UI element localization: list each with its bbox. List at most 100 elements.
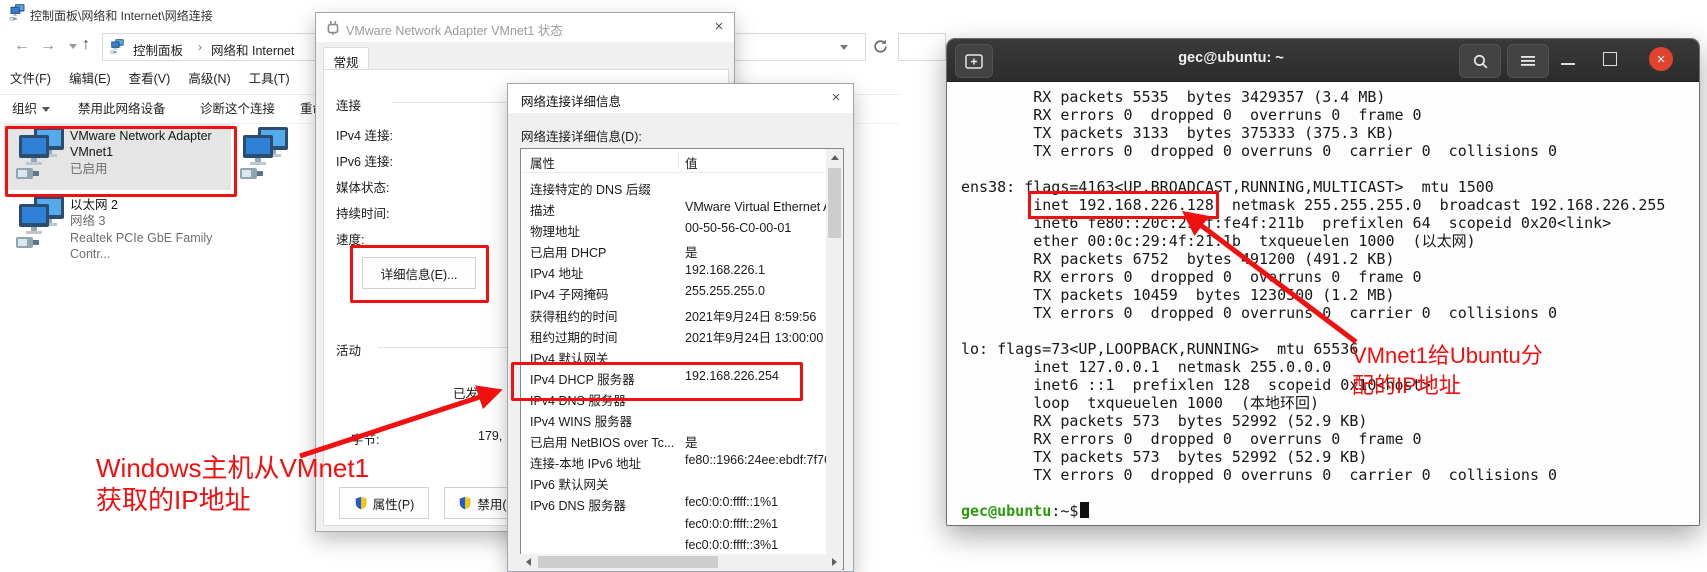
breadcrumb-separator: ›	[191, 40, 209, 54]
row-value: 2021年9月24日 13:00:00	[685, 327, 823, 346]
annotation-left-line2: 获取的IP地址	[96, 480, 251, 517]
row-property: 物理地址	[530, 221, 580, 240]
prompt-path: :~$	[1051, 502, 1078, 520]
scroll-left-icon[interactable]	[520, 554, 536, 570]
row-property: IPv4 默认网关	[530, 348, 609, 367]
details-row[interactable]: IPv4 DNS 服务器	[521, 390, 826, 411]
details-row[interactable]: 物理地址 00-50-56-C0-00-01	[521, 221, 826, 242]
toolbar-item[interactable]: 禁用此网络设备	[78, 98, 166, 117]
connection-field-label: 媒体状态:	[336, 177, 393, 193]
adapter-name-line1: 以太网 2	[70, 197, 118, 213]
terminal-line: RX errors 0 dropped 0 overruns 0 frame 0	[961, 106, 1699, 124]
scrollbar-thumb[interactable]	[538, 556, 718, 568]
search-icon	[1472, 53, 1489, 70]
adapter-item-vmnet1[interactable]: VMware Network Adapter VMnet1 已启用	[4, 124, 231, 190]
details-button[interactable]: 详细信息(E)...	[362, 257, 476, 289]
details-row[interactable]: IPv4 默认网关	[521, 348, 826, 369]
row-value: 2021年9月24日 8:59:56	[685, 306, 816, 325]
details-row[interactable]: IPv6 默认网关	[521, 474, 826, 495]
terminal-line: RX packets 6752 bytes 491200 (491.2 KB)	[961, 250, 1699, 268]
row-property: IPv4 DNS 服务器	[530, 390, 626, 409]
back-icon[interactable]: ←	[14, 37, 30, 55]
activity-group-label: 活动	[336, 340, 361, 359]
details-row[interactable]: IPv4 WINS 服务器	[521, 411, 826, 432]
details-rows: 连接特定的 DNS 后缀描述VMware Virtual Ethernet Ad…	[521, 179, 826, 559]
row-value: 00-50-56-C0-00-01	[685, 221, 791, 235]
maximize-icon[interactable]	[1603, 52, 1617, 66]
terminal-line: lo: flags=73<UP,LOOPBACK,RUNNING> mtu 65…	[961, 340, 1699, 358]
bytes-sent-value: 179,	[478, 429, 502, 443]
connection-field-label: IPv6 连接:	[336, 151, 393, 167]
refresh-icon[interactable]	[872, 38, 889, 55]
terminal-title: gec@ubuntu: ~	[1131, 50, 1331, 66]
terminal-line	[961, 322, 1699, 340]
annotation-right-line1: VMnet1给Ubuntu分	[1352, 338, 1543, 370]
breadcrumb-root[interactable]: 控制面板	[133, 40, 183, 59]
details-row[interactable]: fec0:0:0:ffff::2%1	[521, 517, 826, 538]
address-dropdown-icon[interactable]	[840, 45, 848, 50]
minimize-icon[interactable]	[1561, 63, 1575, 65]
up-icon[interactable]: ↑	[82, 36, 90, 54]
scrollbar-thumb[interactable]	[828, 168, 841, 238]
details-row[interactable]: IPv6 DNS 服务器fec0:0:0:ffff::1%1	[521, 495, 826, 516]
terminal-line: TX errors 0 dropped 0 overruns 0 carrier…	[961, 466, 1699, 484]
menu-button[interactable]	[1507, 44, 1549, 78]
details-listbox: 属性 值 连接特定的 DNS 后缀描述VMware Virtual Ethern…	[520, 148, 844, 570]
network-adapter-icon	[14, 195, 66, 253]
new-tab-button[interactable]	[955, 44, 993, 78]
terminal-line: TX packets 10459 bytes 1230500 (1.2 MB)	[961, 286, 1699, 304]
toolbar-item[interactable]: 诊断这个连接	[200, 98, 275, 117]
annotation-right-line2: 配的IP地址	[1352, 368, 1461, 400]
details-row[interactable]: 描述VMware Virtual Ethernet Adapter for	[521, 200, 826, 221]
search-box[interactable]	[898, 33, 946, 61]
search-button[interactable]	[1459, 44, 1501, 78]
properties-button[interactable]: 属性(P)	[339, 487, 429, 519]
row-property: IPv4 WINS 服务器	[530, 411, 632, 430]
row-property: IPv6 DNS 服务器	[530, 495, 626, 514]
prompt-user-host: gec@ubuntu	[961, 502, 1051, 520]
column-value[interactable]: 值	[685, 153, 698, 172]
highlighted-inet-address: inet 192.168.226.128	[1033, 196, 1214, 214]
vertical-scrollbar[interactable]	[826, 149, 843, 569]
row-property: IPv6 默认网关	[530, 474, 609, 493]
terminal-line: inet6 fe80::20c:29ff:fe4f:211b prefixlen…	[961, 214, 1699, 232]
window-network-icon	[8, 4, 26, 22]
forward-icon[interactable]: →	[40, 37, 56, 55]
column-property[interactable]: 属性	[530, 153, 555, 172]
menu-item[interactable]: 工具(T)	[249, 68, 290, 87]
details-row[interactable]: 已启用 DHCP是	[521, 242, 826, 263]
details-row[interactable]: 连接-本地 IPv6 地址fe80::1966:24ee:ebdf:7f76%6	[521, 453, 826, 474]
close-icon[interactable]: ×	[825, 88, 847, 108]
details-row[interactable]: IPv4 地址192.168.226.1	[521, 263, 826, 284]
details-row[interactable]: 连接特定的 DNS 后缀	[521, 179, 826, 200]
scroll-up-icon[interactable]	[826, 149, 843, 166]
terminal-output[interactable]: RX packets 5535 bytes 3429357 (3.4 MB) R…	[947, 82, 1699, 525]
close-button[interactable]: ×	[1649, 47, 1673, 71]
details-row[interactable]: 租约过期的时间 2021年9月24日 13:00:00	[521, 327, 826, 348]
breadcrumb-section[interactable]: 网络和 Internet	[211, 40, 294, 59]
adapter-item-ethernet2[interactable]: 以太网 2 网络 3 Realtek PCIe GbE Family Contr…	[4, 193, 231, 259]
terminal-headerbar[interactable]: gec@ubuntu: ~ ×	[947, 39, 1699, 82]
address-network-icon	[109, 39, 125, 55]
row-value: 是	[685, 432, 698, 451]
menu-item[interactable]: 编辑(E)	[69, 68, 111, 87]
history-chevron-icon[interactable]	[69, 44, 77, 49]
details-row[interactable]: IPv4 子网掩码255.255.255.0	[521, 284, 826, 305]
menu-item[interactable]: 文件(F)	[10, 68, 51, 87]
toolbar-item[interactable]: 组织	[12, 98, 50, 117]
terminal-prompt-line[interactable]: gec@ubuntu:~$	[961, 502, 1699, 520]
close-icon[interactable]: ×	[708, 17, 730, 37]
adapter-status: 已启用	[70, 161, 108, 177]
details-row[interactable]: 获得租约的时间2021年9月24日 8:59:56	[521, 306, 826, 327]
details-row[interactable]: IPv4 DHCP 服务器192.168.226.254	[521, 369, 826, 390]
network-adapter-icon[interactable]	[238, 126, 290, 184]
row-value: 192.168.226.1	[685, 263, 765, 277]
menu-item[interactable]: 高级(N)	[188, 68, 230, 87]
row-property: 租约过期的时间	[530, 327, 618, 346]
horizontal-scrollbar[interactable]	[520, 554, 842, 570]
menu-item[interactable]: 查看(V)	[129, 68, 171, 87]
scroll-right-icon[interactable]	[826, 554, 842, 570]
terminal-line: RX errors 0 dropped 0 overruns 0 frame 0	[961, 430, 1699, 448]
details-list-label: 网络连接详细信息(D):	[521, 126, 642, 145]
details-row[interactable]: 已启用 NetBIOS over Tc...是	[521, 432, 826, 453]
